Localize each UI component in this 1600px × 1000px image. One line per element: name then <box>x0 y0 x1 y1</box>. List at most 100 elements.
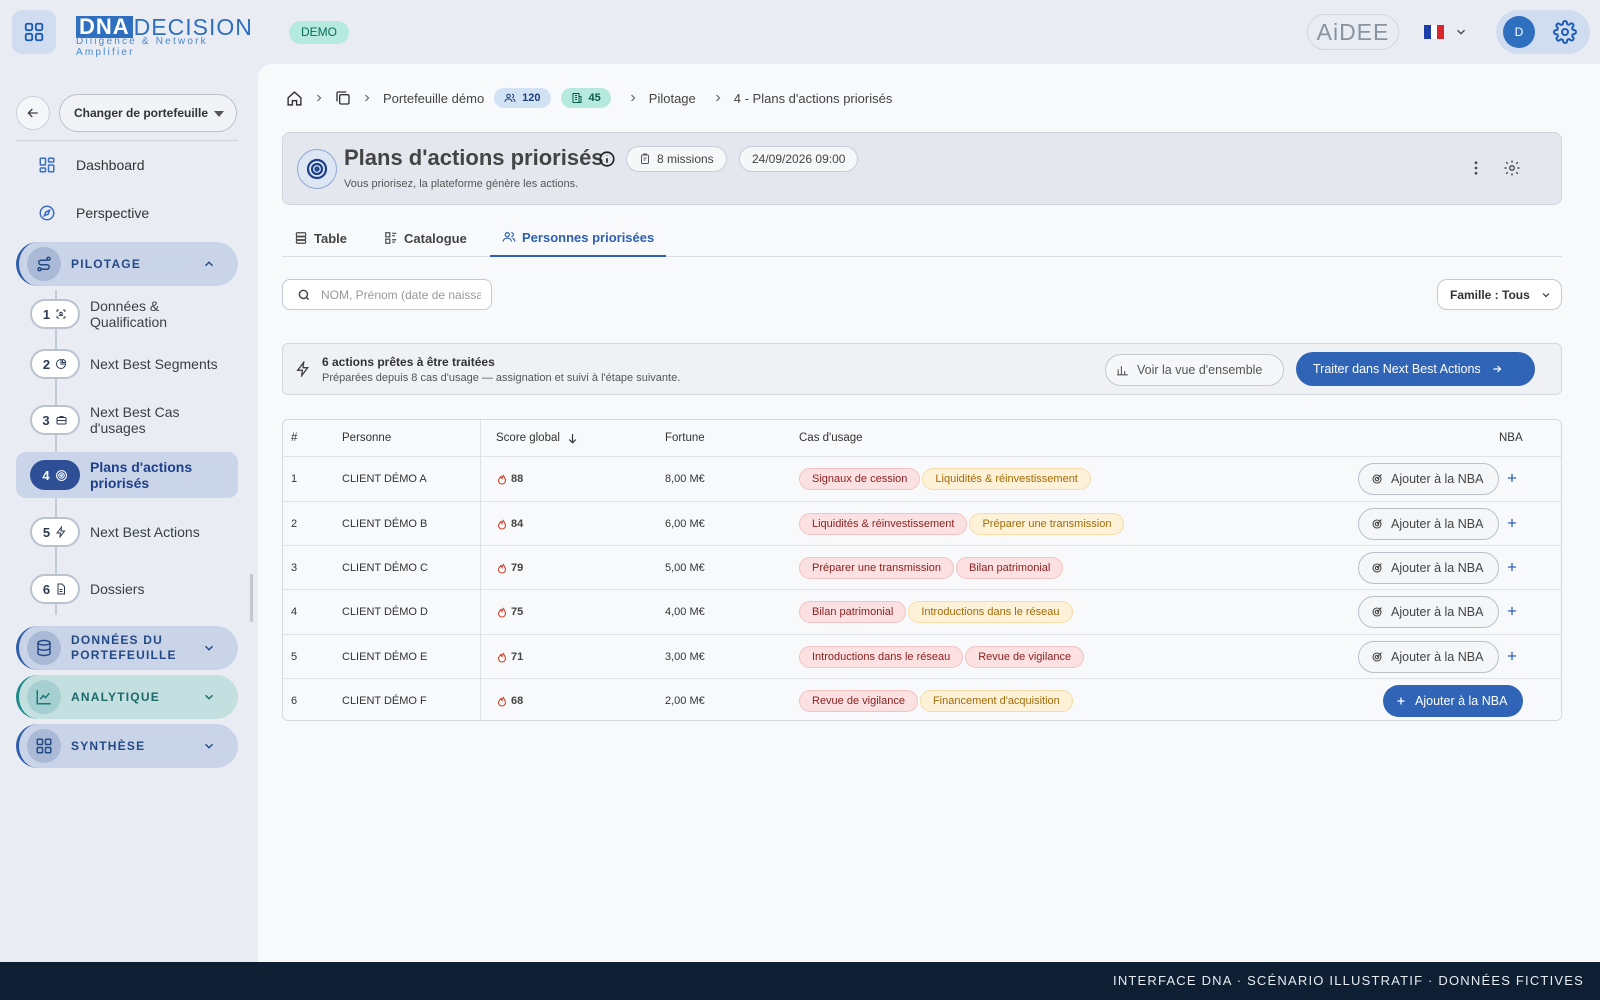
info-icon[interactable] <box>598 150 616 168</box>
briefcase-icon <box>56 416 67 425</box>
table-row[interactable]: 4 CLIENT DÉMO D 75 4,00 M€ Bilan patrimonial… <box>283 590 1561 635</box>
tab-personnes-priorisees[interactable]: Personnes priorisées <box>490 219 667 257</box>
sidebar-item-dashboard[interactable]: Dashboard <box>16 145 238 185</box>
use-case-tag[interactable]: Bilan patrimonial <box>956 556 1064 579</box>
col-header-nba: NBA <box>1499 432 1523 444</box>
use-case-tag[interactable]: Revue de vigilance <box>965 645 1085 668</box>
step-donnees-qualification[interactable]: 1 Données & Qualification <box>16 292 238 336</box>
overview-button[interactable]: Voir la vue d'ensemble <box>1105 354 1284 386</box>
back-button[interactable] <box>16 96 50 130</box>
settings-gear-icon[interactable] <box>1553 20 1577 44</box>
target-dart-icon <box>1372 607 1382 617</box>
use-case-tag[interactable]: Liquidités & réinvestissement <box>799 512 968 535</box>
flame-icon <box>497 695 507 707</box>
chevron-down-icon <box>1542 292 1550 297</box>
add-to-nba-button-primary[interactable]: Ajouter à la NBA <box>1383 685 1523 717</box>
tabs-bar: Table Catalogue Personnes priorisées <box>282 219 1562 257</box>
portfolio-stack-icon[interactable] <box>335 90 351 106</box>
plus-icon[interactable] <box>1505 560 1519 574</box>
plus-icon[interactable] <box>1505 604 1519 618</box>
change-portfolio-select[interactable]: Changer de portefeuille <box>59 94 237 132</box>
person-name[interactable]: CLIENT DÉMO C <box>342 546 428 589</box>
tab-table[interactable]: Table <box>294 219 347 257</box>
person-name[interactable]: CLIENT DÉMO A <box>342 457 427 501</box>
col-header-use-case[interactable]: Cas d'usage <box>799 420 863 456</box>
search-field[interactable] <box>282 279 492 310</box>
sidebar-group-analytique[interactable]: ANALYTIQUE <box>16 675 238 719</box>
use-case-tag[interactable]: Liquidités & réinvestissement <box>922 468 1091 490</box>
score-cell: 84 <box>496 502 523 545</box>
sidebar-group-pilotage[interactable]: PILOTAGE <box>16 242 238 286</box>
score-cell: 75 <box>496 590 523 634</box>
gear-icon[interactable] <box>1503 159 1521 177</box>
target-dart-icon <box>1372 474 1382 484</box>
col-header-fortune[interactable]: Fortune <box>665 420 705 456</box>
change-portfolio-label: Changer de portefeuille <box>74 106 209 120</box>
sidebar-item-label: Perspective <box>76 205 150 221</box>
table-row[interactable]: 2 CLIENT DÉMO B 84 6,00 M€ Liquidités & réin… <box>283 502 1561 546</box>
use-case-tag[interactable]: Financement d'acquisition <box>919 689 1073 712</box>
use-case-cell: Préparer une transmission Bilan patrimoni… <box>799 546 1065 589</box>
add-to-nba-button[interactable]: Ajouter à la NBA <box>1358 508 1499 540</box>
use-case-tag[interactable]: Introductions dans le réseau <box>908 601 1073 623</box>
person-name[interactable]: CLIENT DÉMO D <box>342 590 428 634</box>
add-to-nba-button[interactable]: Ajouter à la NBA <box>1358 596 1499 628</box>
database-icon <box>27 631 61 665</box>
use-case-tag[interactable]: Préparer une transmission <box>799 556 955 579</box>
score-value: 71 <box>511 650 524 663</box>
app-logo[interactable]: DNA DECISION Diligence & Network Amplifie… <box>76 15 266 58</box>
person-name[interactable]: CLIENT DÉMO E <box>342 635 427 678</box>
step-next-best-cas-usages[interactable]: 3 Next Best Cas d'usages <box>16 398 238 442</box>
avatar[interactable]: D <box>1503 16 1535 48</box>
table-row[interactable]: 3 CLIENT DÉMO C 79 5,00 M€ Préparer une tran… <box>283 546 1561 590</box>
breadcrumb-section[interactable]: Pilotage <box>649 91 696 106</box>
search-input[interactable] <box>321 287 481 302</box>
aidee-button[interactable]: AiDEE <box>1307 14 1399 50</box>
target-dart-icon <box>1372 519 1382 529</box>
use-case-tag[interactable]: Préparer une transmission <box>969 512 1125 535</box>
plus-icon[interactable] <box>1505 471 1519 485</box>
sidebar-group-synthese[interactable]: SYNTHÈSE <box>16 724 238 768</box>
sidebar: Changer de portefeuille Dashboard Perspe… <box>0 64 253 962</box>
step-next-best-actions[interactable]: 5 Next Best Actions <box>16 512 238 552</box>
use-case-tag[interactable]: Revue de vigilance <box>799 689 918 712</box>
breadcrumb-portfolio[interactable]: Portefeuille démo <box>383 91 484 106</box>
table-row[interactable]: 6 CLIENT DÉMO F 68 2,00 M€ Revue de vigilanc… <box>283 679 1561 720</box>
compass-icon <box>38 204 62 222</box>
plus-icon[interactable] <box>1505 516 1519 530</box>
sidebar-scrollbar[interactable] <box>250 574 253 622</box>
step-plans-actions-priorises[interactable]: 4 Plans d'actions priorisés <box>16 452 238 498</box>
language-selector[interactable] <box>1424 20 1474 44</box>
use-case-tag[interactable]: Introductions dans le réseau <box>799 645 964 668</box>
use-case-tag[interactable]: Signaux de cession <box>799 468 921 490</box>
home-icon[interactable] <box>286 90 303 107</box>
use-case-tag[interactable]: Bilan patrimonial <box>799 601 907 623</box>
step-next-best-segments[interactable]: 2 Next Best Segments <box>16 344 238 384</box>
add-to-nba-button[interactable]: Ajouter à la NBA <box>1358 463 1499 495</box>
table-row[interactable]: 5 CLIENT DÉMO E 71 3,00 M€ Introductions dan… <box>283 635 1561 679</box>
add-to-nba-button[interactable]: Ajouter à la NBA <box>1358 552 1499 584</box>
plus-icon <box>1397 697 1405 705</box>
process-in-nba-button[interactable]: Traiter dans Next Best Actions <box>1296 352 1535 386</box>
add-to-nba-button[interactable]: Ajouter à la NBA <box>1358 641 1499 673</box>
score-value: 79 <box>511 561 524 574</box>
plus-icon[interactable] <box>1505 649 1519 663</box>
tab-catalogue[interactable]: Catalogue <box>384 219 467 257</box>
group-label: ANALYTIQUE <box>71 689 160 704</box>
more-vertical-icon[interactable] <box>1467 159 1485 177</box>
step-dossiers[interactable]: 6 Dossiers <box>16 568 238 610</box>
sidebar-group-donnees-portefeuille[interactable]: DONNÉES DU PORTEFEUILLE <box>16 626 238 670</box>
person-name[interactable]: CLIENT DÉMO F <box>342 679 427 720</box>
building-icon <box>572 93 582 103</box>
table-row[interactable]: 1 CLIENT DÉMO A 88 8,00 M€ Signaux de cessio… <box>283 457 1561 502</box>
sidebar-item-perspective[interactable]: Perspective <box>16 193 238 233</box>
target-icon <box>55 469 67 481</box>
person-name[interactable]: CLIENT DÉMO B <box>342 502 427 545</box>
famille-filter-select[interactable]: Famille : Tous <box>1437 279 1562 310</box>
apps-grid-button[interactable] <box>12 10 56 54</box>
step-label: Next Best Segments <box>90 356 218 372</box>
fortune-value: 2,00 M€ <box>665 694 705 707</box>
bolt-icon <box>56 526 66 538</box>
col-header-person[interactable]: Personne <box>342 420 391 456</box>
col-header-score[interactable]: Score global <box>496 420 579 456</box>
